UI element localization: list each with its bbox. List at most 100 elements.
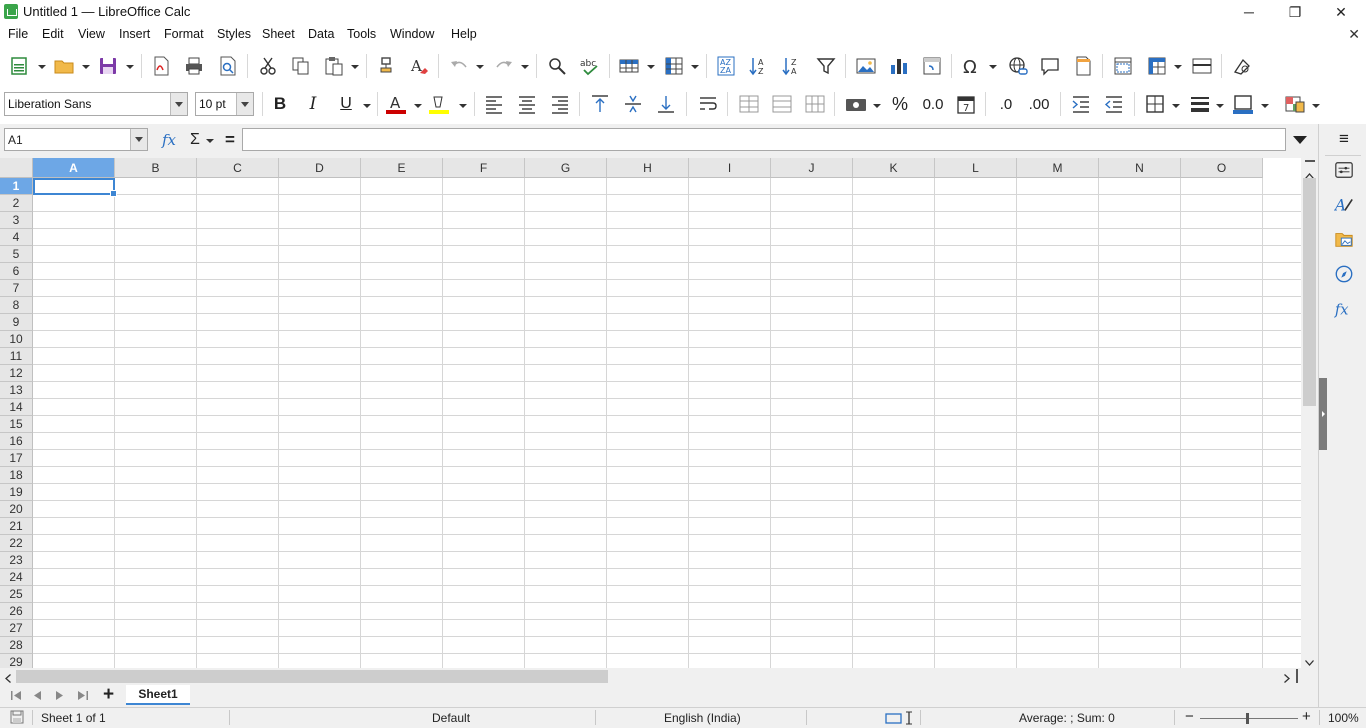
- conditional-format-dropdown-icon[interactable]: [1312, 103, 1320, 109]
- horizontal-scrollbar[interactable]: [0, 668, 1318, 685]
- spelling-icon[interactable]: abc: [578, 54, 602, 78]
- formula-button[interactable]: =: [218, 128, 242, 152]
- border-style-icon[interactable]: [1188, 92, 1212, 116]
- font-name-combo[interactable]: Liberation Sans: [4, 92, 188, 116]
- close-document-button[interactable]: ✕: [1348, 26, 1360, 43]
- row-header-28[interactable]: 28: [0, 637, 33, 654]
- menu-format[interactable]: Format: [164, 27, 204, 41]
- zoom-in-button[interactable]: +: [1302, 708, 1311, 725]
- column-header-i[interactable]: I: [689, 158, 771, 178]
- navigator-icon[interactable]: [1333, 263, 1355, 285]
- highlight-dropdown-icon[interactable]: [459, 103, 467, 109]
- sheet-tab-sheet1[interactable]: Sheet1: [126, 685, 190, 705]
- row-header-14[interactable]: 14: [0, 399, 33, 416]
- next-sheet-icon[interactable]: [55, 690, 64, 704]
- merge-cells-icon[interactable]: [770, 92, 794, 116]
- percent-format-button[interactable]: %: [888, 92, 912, 116]
- menu-view[interactable]: View: [78, 27, 105, 41]
- horizontal-scroll-thumb[interactable]: [16, 670, 608, 683]
- scroll-down-icon[interactable]: [1305, 655, 1314, 668]
- split-window-icon[interactable]: [1190, 54, 1214, 78]
- sort-icon[interactable]: AZ ZA: [714, 54, 738, 78]
- close-window-button[interactable]: ✕: [1318, 0, 1364, 24]
- headers-footers-icon[interactable]: [1071, 54, 1095, 78]
- insert-chart-icon[interactable]: [887, 54, 911, 78]
- column-header-b[interactable]: B: [115, 158, 197, 178]
- formula-input[interactable]: [242, 128, 1286, 151]
- row-header-15[interactable]: 15: [0, 416, 33, 433]
- freeze-dropdown-icon[interactable]: [1174, 64, 1182, 70]
- column-header-l[interactable]: L: [935, 158, 1017, 178]
- undo-icon[interactable]: [447, 54, 471, 78]
- save-icon[interactable]: [96, 54, 120, 78]
- row-header-21[interactable]: 21: [0, 518, 33, 535]
- scroll-right-icon[interactable]: [1284, 672, 1290, 686]
- menu-data[interactable]: Data: [308, 27, 334, 41]
- menu-styles[interactable]: Styles: [217, 27, 251, 41]
- autofilter-icon[interactable]: [814, 54, 838, 78]
- previous-sheet-icon[interactable]: [33, 690, 42, 704]
- select-all-corner[interactable]: [0, 158, 33, 178]
- border-style-dropdown-icon[interactable]: [1216, 103, 1224, 109]
- delete-decimal-button[interactable]: .00: [1027, 92, 1051, 116]
- column-header-o[interactable]: O: [1181, 158, 1263, 178]
- column-header-d[interactable]: D: [279, 158, 361, 178]
- menu-sheet[interactable]: Sheet: [262, 27, 295, 41]
- chevron-down-icon[interactable]: [170, 93, 187, 115]
- function-wizard-button[interactable]: fx: [157, 128, 181, 152]
- row-header-2[interactable]: 2: [0, 195, 33, 212]
- styles-icon[interactable]: A: [1333, 193, 1355, 215]
- column-header-g[interactable]: G: [525, 158, 607, 178]
- expand-formula-bar-icon[interactable]: [1293, 134, 1307, 144]
- row-header-20[interactable]: 20: [0, 501, 33, 518]
- sum-dropdown-icon[interactable]: [206, 138, 214, 144]
- menu-window[interactable]: Window: [390, 27, 434, 41]
- name-box[interactable]: A1: [4, 128, 148, 151]
- row-header-8[interactable]: 8: [0, 297, 33, 314]
- copy-icon[interactable]: [289, 54, 313, 78]
- functions-icon[interactable]: fx: [1333, 298, 1355, 320]
- decrease-indent-icon[interactable]: [1102, 92, 1126, 116]
- row-header-5[interactable]: 5: [0, 246, 33, 263]
- scroll-left-icon[interactable]: [5, 672, 11, 686]
- open-dropdown-icon[interactable]: [82, 64, 90, 70]
- row-header-29[interactable]: 29: [0, 654, 33, 668]
- italic-button[interactable]: I: [301, 92, 325, 116]
- find-replace-icon[interactable]: [545, 54, 569, 78]
- add-sheet-button[interactable]: +: [103, 685, 114, 705]
- cell-area[interactable]: [33, 178, 1301, 668]
- borders-icon[interactable]: [1143, 92, 1167, 116]
- zoom-out-button[interactable]: −: [1185, 708, 1194, 725]
- row-header-17[interactable]: 17: [0, 450, 33, 467]
- row-header-27[interactable]: 27: [0, 620, 33, 637]
- row-header-11[interactable]: 11: [0, 348, 33, 365]
- column-header-m[interactable]: M: [1017, 158, 1099, 178]
- row-header-16[interactable]: 16: [0, 433, 33, 450]
- sort-ascending-icon[interactable]: AZ: [747, 54, 771, 78]
- column-header-c[interactable]: C: [197, 158, 279, 178]
- row-dropdown-icon[interactable]: [647, 64, 655, 70]
- menu-insert[interactable]: Insert: [119, 27, 150, 41]
- gallery-icon[interactable]: [1333, 228, 1355, 250]
- font-size-combo[interactable]: 10 pt: [195, 92, 254, 116]
- zoom-slider-handle[interactable]: [1246, 713, 1249, 724]
- highlight-color-icon[interactable]: [427, 92, 451, 116]
- document-modified-icon[interactable]: [10, 710, 24, 727]
- column-header-j[interactable]: J: [771, 158, 853, 178]
- selection-mode-icon[interactable]: [885, 711, 915, 728]
- new-document-icon[interactable]: [8, 54, 32, 78]
- show-draw-functions-icon[interactable]: [1230, 54, 1254, 78]
- increase-indent-icon[interactable]: [1069, 92, 1093, 116]
- row-header-13[interactable]: 13: [0, 382, 33, 399]
- language-text[interactable]: English (India): [664, 711, 741, 725]
- row-header-18[interactable]: 18: [0, 467, 33, 484]
- align-right-icon[interactable]: [548, 92, 572, 116]
- export-pdf-icon[interactable]: [149, 54, 173, 78]
- insert-image-icon[interactable]: [854, 54, 878, 78]
- column-icon[interactable]: [662, 54, 686, 78]
- date-format-icon[interactable]: 7: [954, 92, 978, 116]
- chevron-down-icon[interactable]: [236, 93, 253, 115]
- bold-button[interactable]: B: [268, 92, 292, 116]
- comment-icon[interactable]: [1038, 54, 1062, 78]
- column-header-h[interactable]: H: [607, 158, 689, 178]
